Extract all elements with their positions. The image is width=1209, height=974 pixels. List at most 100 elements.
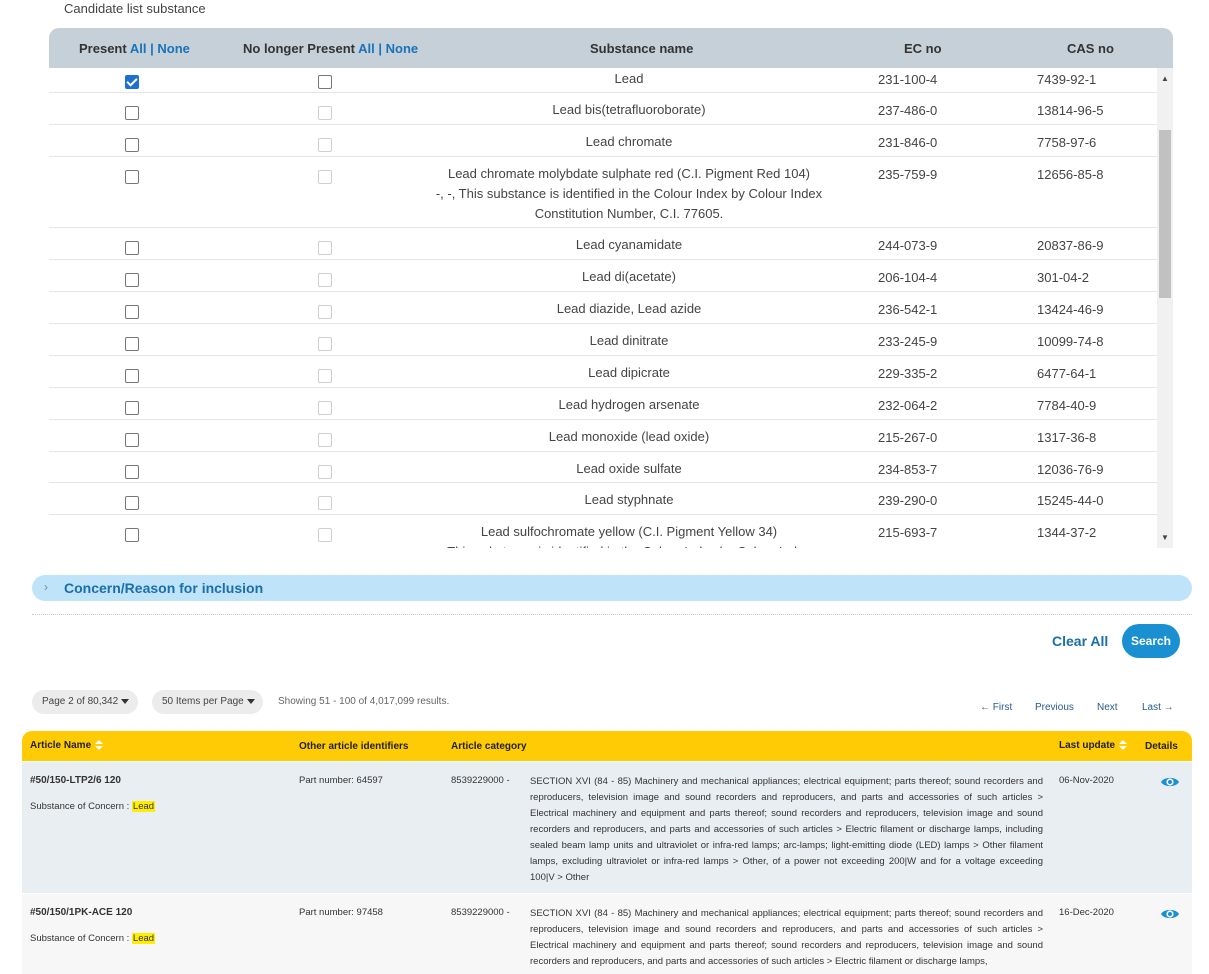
substance-table: Present All | None No longer Present All… [49, 28, 1173, 548]
substance-name: Lead chromate molybdate sulphate red (C.… [435, 166, 823, 221]
scroll-thumb[interactable] [1159, 130, 1171, 298]
article-name-header[interactable]: Article Name [30, 740, 104, 751]
article-name[interactable]: #50/150/1PK-ACE 120 [30, 907, 132, 918]
no-longer-present-checkbox[interactable] [318, 75, 332, 89]
ec-number: 231-100-4 [878, 72, 938, 87]
present-sep: | [150, 41, 154, 56]
substance-name: Lead sulfochromate yellow (C.I. Pigment … [447, 524, 810, 548]
ec-number: 244-073-9 [878, 238, 938, 253]
last-update-header-label: Last update [1059, 740, 1116, 751]
cas-number: 1317-36-8 [1037, 430, 1097, 445]
cas-number: 7784-40-9 [1037, 398, 1097, 413]
soc-label: Substance of Concern : [30, 933, 132, 944]
category-header: Article category [451, 741, 527, 752]
cas-number: 6477-64-1 [1037, 366, 1097, 381]
present-checkbox[interactable] [125, 528, 139, 542]
substance-table-body: Lead 231-100-4 7439-92-1 Lead bis(tetrafluo… [49, 68, 1157, 548]
article-name-header-label: Article Name [30, 740, 92, 751]
divider [32, 614, 1192, 615]
cas-number: 12656-85-8 [1037, 167, 1104, 182]
article-name[interactable]: #50/150-LTP2/6 120 [30, 775, 121, 786]
article-identifier: Part number: 97458 [299, 907, 383, 918]
substance-name: Lead cyanamidate [575, 237, 683, 252]
last-update-header[interactable]: Last update [1059, 740, 1128, 751]
ec-number: 236-542-1 [878, 302, 938, 317]
per-page-select[interactable]: 50 Items per Page [152, 690, 263, 714]
substance-name: Lead dinitrate [589, 333, 669, 348]
present-checkbox[interactable] [125, 170, 139, 184]
ec-number: 215-267-0 [878, 430, 938, 445]
search-button[interactable]: Search [1122, 624, 1180, 658]
present-checkbox[interactable] [125, 369, 139, 383]
substance-name: Lead monoxide (lead oxide) [548, 429, 710, 444]
page-select[interactable]: Page 2 of 80,342 [32, 690, 138, 714]
present-checkbox[interactable] [125, 465, 139, 479]
no-longer-none-link[interactable]: None [386, 41, 419, 56]
eye-icon[interactable] [1160, 907, 1180, 924]
cas-number: 20837-86-9 [1037, 238, 1104, 253]
present-checkbox[interactable] [125, 241, 139, 255]
per-page-select-label: 50 Items per Page [162, 696, 244, 707]
pager-first-link[interactable]: ← First [980, 702, 1012, 713]
sort-icon[interactable] [1119, 740, 1128, 751]
identifiers-header: Other article identifiers [299, 741, 409, 752]
present-checkbox[interactable] [125, 496, 139, 510]
substance-row: Lead sulfochromate yellow (C.I. Pigment … [49, 515, 1157, 548]
pager-previous-link[interactable]: Previous [1035, 702, 1074, 713]
no-longer-present-checkbox [318, 465, 332, 479]
article-row: #50/150-LTP2/6 120 Substance of Concern :… [22, 762, 1192, 893]
chevron-right-icon: › [44, 580, 48, 594]
no-longer-present-checkbox [318, 496, 332, 510]
caret-down-icon [246, 698, 255, 704]
no-longer-all-link[interactable]: All [358, 41, 375, 56]
ec-number: 231-846-0 [878, 135, 938, 150]
articles-table-header: Article Name Other article identifiers A… [22, 731, 1192, 761]
scroll-up-arrow-icon[interactable]: ▲ [1161, 74, 1169, 83]
ec-number: 232-064-2 [878, 398, 938, 413]
pager-next-link[interactable]: Next [1097, 702, 1118, 713]
no-longer-present-checkbox [318, 170, 332, 184]
present-checkbox[interactable] [125, 305, 139, 319]
no-longer-present-checkbox [318, 401, 332, 415]
present-checkbox[interactable] [125, 106, 139, 120]
scroll-down-arrow-icon[interactable]: ▼ [1161, 533, 1169, 542]
ec-number: 239-290-0 [878, 493, 938, 508]
pager-last-link[interactable]: Last → [1142, 702, 1174, 713]
substance-row: Lead styphnate 239-290-0 15245-44-0 [49, 483, 1157, 515]
substance-row: Lead di(acetate) 206-104-4 301-04-2 [49, 260, 1157, 292]
concern-accordion[interactable]: › Concern/Reason for inclusion [32, 575, 1192, 601]
sort-icon[interactable] [95, 740, 104, 751]
ec-no-header: EC no [904, 41, 942, 56]
article-category-code: 8539229000 - [451, 775, 510, 786]
no-longer-present-checkbox [318, 337, 332, 351]
no-longer-present-checkbox [318, 138, 332, 152]
ec-number: 206-104-4 [878, 270, 938, 285]
present-all-link[interactable]: All [130, 41, 147, 56]
present-none-link[interactable]: None [157, 41, 190, 56]
no-longer-present-checkbox [318, 305, 332, 319]
present-checkbox[interactable] [125, 337, 139, 351]
substance-row: Lead dipicrate 229-335-2 6477-64-1 [49, 356, 1157, 388]
cas-number: 10099-74-8 [1037, 334, 1104, 349]
present-checkbox[interactable] [125, 138, 139, 152]
present-checkbox[interactable] [125, 433, 139, 447]
eye-icon[interactable] [1160, 775, 1180, 792]
no-longer-present-checkbox [318, 241, 332, 255]
article-category-description: SECTION XVI (84 - 85) Machinery and mech… [530, 776, 1043, 883]
concern-accordion-title: Concern/Reason for inclusion [64, 580, 264, 596]
substance-name: Lead di(acetate) [582, 269, 676, 284]
substance-row: Lead chromate 231-846-0 7758-97-6 [49, 125, 1157, 157]
present-checkbox[interactable] [125, 401, 139, 415]
present-checkbox[interactable] [125, 75, 139, 89]
clear-all-button[interactable]: Clear All [1052, 633, 1108, 649]
present-header-label: Present [79, 41, 127, 56]
no-longer-sep: | [378, 41, 382, 56]
substance-row: Lead monoxide (lead oxide) 215-267-0 1317-… [49, 420, 1157, 452]
ec-number: 215-693-7 [878, 525, 938, 540]
cas-no-header: CAS no [1067, 41, 1114, 56]
article-category-code: 8539229000 - [451, 907, 510, 918]
no-longer-present-checkbox [318, 106, 332, 120]
cas-number: 15245-44-0 [1037, 493, 1104, 508]
substance-scrollbar[interactable]: ▲ ▼ [1157, 68, 1173, 548]
present-checkbox[interactable] [125, 273, 139, 287]
